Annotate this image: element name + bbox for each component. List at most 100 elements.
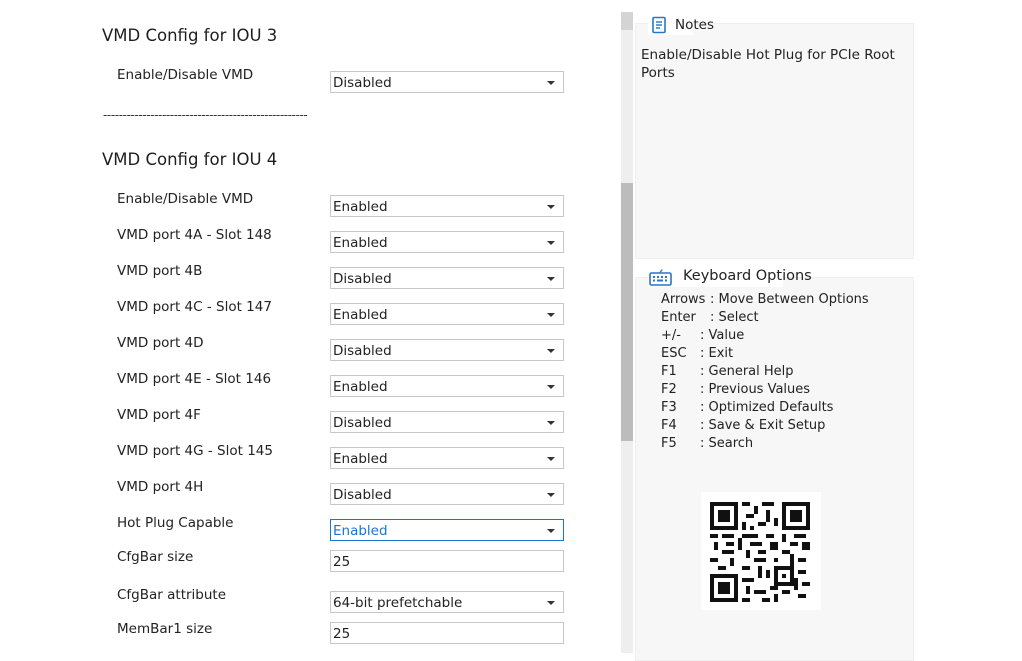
dropdown-iou4-vmd[interactable]: Enabled: [330, 195, 564, 217]
setting-label: VMD port 4H: [117, 479, 204, 495]
dropdown-vmd-port-4b[interactable]: Disabled: [330, 267, 564, 289]
key-description: : Value: [700, 328, 745, 343]
dropdown-value: Disabled: [333, 75, 392, 91]
chevron-down-icon: [547, 81, 555, 85]
setting-row-cfgbar-attribute: CfgBar attribute 64-bit prefetchable: [0, 587, 620, 613]
dropdown-vmd-port-4a[interactable]: Enabled: [330, 231, 564, 253]
keyboard-options-header: Keyboard Options: [648, 267, 812, 287]
setting-label: MemBar1 size: [117, 621, 213, 637]
key-name: F4: [661, 418, 677, 433]
dropdown-value: Enabled: [333, 199, 388, 215]
setting-label: VMD port 4B: [117, 263, 203, 279]
key-description: : Optimized Defaults: [700, 400, 834, 415]
setting-label: Enable/Disable VMD: [117, 191, 254, 207]
key-name: F2: [661, 382, 677, 397]
chevron-down-icon: [547, 205, 555, 209]
dropdown-value: Enabled: [333, 307, 388, 323]
chevron-down-icon: [547, 313, 555, 317]
dropdown-value: Enabled: [333, 451, 388, 467]
input-value: 25: [333, 554, 351, 570]
keyboard-options-title: Keyboard Options: [683, 268, 812, 284]
setting-row-cfgbar-size: CfgBar size 25: [0, 549, 620, 573]
dropdown-value: Disabled: [333, 343, 392, 359]
key-description: : General Help: [700, 364, 794, 379]
input-value: 25: [333, 626, 351, 642]
key-description: : Exit: [700, 346, 734, 361]
dropdown-value: Enabled: [333, 523, 388, 539]
key-name: Enter: [661, 310, 696, 325]
dropdown-vmd-port-4e[interactable]: Enabled: [330, 375, 564, 397]
dropdown-vmd-port-4h[interactable]: Disabled: [330, 483, 564, 505]
key-name: F5: [661, 436, 677, 451]
section-title-iou4: VMD Config for IOU 4: [102, 150, 278, 169]
key-description: : Search: [700, 436, 754, 451]
chevron-down-icon: [547, 421, 555, 425]
setting-label: VMD port 4A - Slot 148: [117, 227, 272, 243]
setting-row-hot-plug-capable: Hot Plug Capable Enabled: [0, 515, 620, 541]
key-name: F1: [661, 364, 677, 379]
dropdown-hot-plug-capable[interactable]: Enabled: [330, 519, 564, 541]
notes-icon: [652, 16, 666, 34]
chevron-down-icon: [547, 241, 555, 245]
dropdown-value: 64-bit prefetchable: [333, 595, 463, 611]
key-description: : Previous Values: [700, 382, 811, 397]
membar1-size-input[interactable]: 25: [330, 622, 564, 644]
chevron-down-icon: [547, 601, 555, 605]
notes-text: Enable/Disable Hot Plug for PCIe Root Po…: [641, 47, 895, 81]
key-name: F3: [661, 400, 677, 415]
dropdown-value: Disabled: [333, 487, 392, 503]
setting-row-vmd-port-4a: VMD port 4A - Slot 148 Enabled: [0, 227, 620, 253]
setting-label: VMD port 4D: [117, 335, 204, 351]
dropdown-iou3-vmd[interactable]: Disabled: [330, 71, 564, 93]
dropdown-value: Disabled: [333, 271, 392, 287]
setting-row-iou3-vmd: Enable/Disable VMD Disabled: [0, 67, 620, 93]
notes-title: Notes: [675, 17, 714, 33]
dropdown-value: Enabled: [333, 379, 388, 395]
chevron-down-icon: [547, 277, 555, 281]
keyboard-icon: [649, 269, 672, 286]
key-name: +/-: [661, 328, 681, 343]
qr-code-container: [701, 492, 821, 610]
dropdown-value: Disabled: [333, 415, 392, 431]
setting-label: Hot Plug Capable: [117, 515, 234, 531]
setting-row-vmd-port-4f: VMD port 4F Disabled: [0, 407, 620, 433]
chevron-down-icon: [547, 349, 555, 353]
key-description: : Select: [710, 310, 759, 325]
setting-row-vmd-port-4c: VMD port 4C - Slot 147 Enabled: [0, 299, 620, 325]
setting-row-vmd-port-4e: VMD port 4E - Slot 146 Enabled: [0, 371, 620, 397]
dropdown-vmd-port-4d[interactable]: Disabled: [330, 339, 564, 361]
cfgbar-size-input[interactable]: 25: [330, 550, 564, 572]
setting-label: CfgBar attribute: [117, 587, 227, 603]
qr-code-icon: [710, 502, 810, 602]
setting-label: CfgBar size: [117, 549, 194, 565]
setting-row-vmd-port-4d: VMD port 4D Disabled: [0, 335, 620, 361]
scrollbar-thumb[interactable]: [621, 183, 633, 441]
chevron-down-icon: [547, 529, 555, 533]
notes-header: Notes: [648, 15, 714, 35]
setting-row-membar1-size: MemBar1 size 25: [0, 621, 620, 645]
key-name: ESC: [661, 346, 687, 361]
setting-row-vmd-port-4b: VMD port 4B Disabled: [0, 263, 620, 289]
section-title-iou3: VMD Config for IOU 3: [102, 26, 278, 45]
dropdown-value: Enabled: [333, 235, 388, 251]
setting-label: VMD port 4G - Slot 145: [117, 443, 273, 459]
setting-label: Enable/Disable VMD: [117, 67, 254, 83]
setting-row-vmd-port-4h: VMD port 4H Disabled: [0, 479, 620, 505]
setting-label: VMD port 4C - Slot 147: [117, 299, 272, 315]
dropdown-vmd-port-4c[interactable]: Enabled: [330, 303, 564, 325]
chevron-down-icon: [547, 457, 555, 461]
key-description: : Move Between Options: [710, 292, 869, 307]
dropdown-vmd-port-4f[interactable]: Disabled: [330, 411, 564, 433]
setting-row-iou4-vmd: Enable/Disable VMD Enabled: [0, 191, 620, 217]
scrollbar[interactable]: [621, 12, 633, 653]
separator-line: ----------------------------------------…: [103, 108, 308, 122]
setting-label: VMD port 4E - Slot 146: [117, 371, 272, 387]
chevron-down-icon: [547, 385, 555, 389]
scrollbar-cap: [621, 12, 633, 30]
dropdown-vmd-port-4g[interactable]: Enabled: [330, 447, 564, 469]
chevron-down-icon: [547, 493, 555, 497]
setting-row-vmd-port-4g: VMD port 4G - Slot 145 Enabled: [0, 443, 620, 469]
key-name: Arrows: [661, 292, 706, 307]
key-description: : Save & Exit Setup: [700, 418, 826, 433]
dropdown-cfgbar-attribute[interactable]: 64-bit prefetchable: [330, 591, 564, 613]
